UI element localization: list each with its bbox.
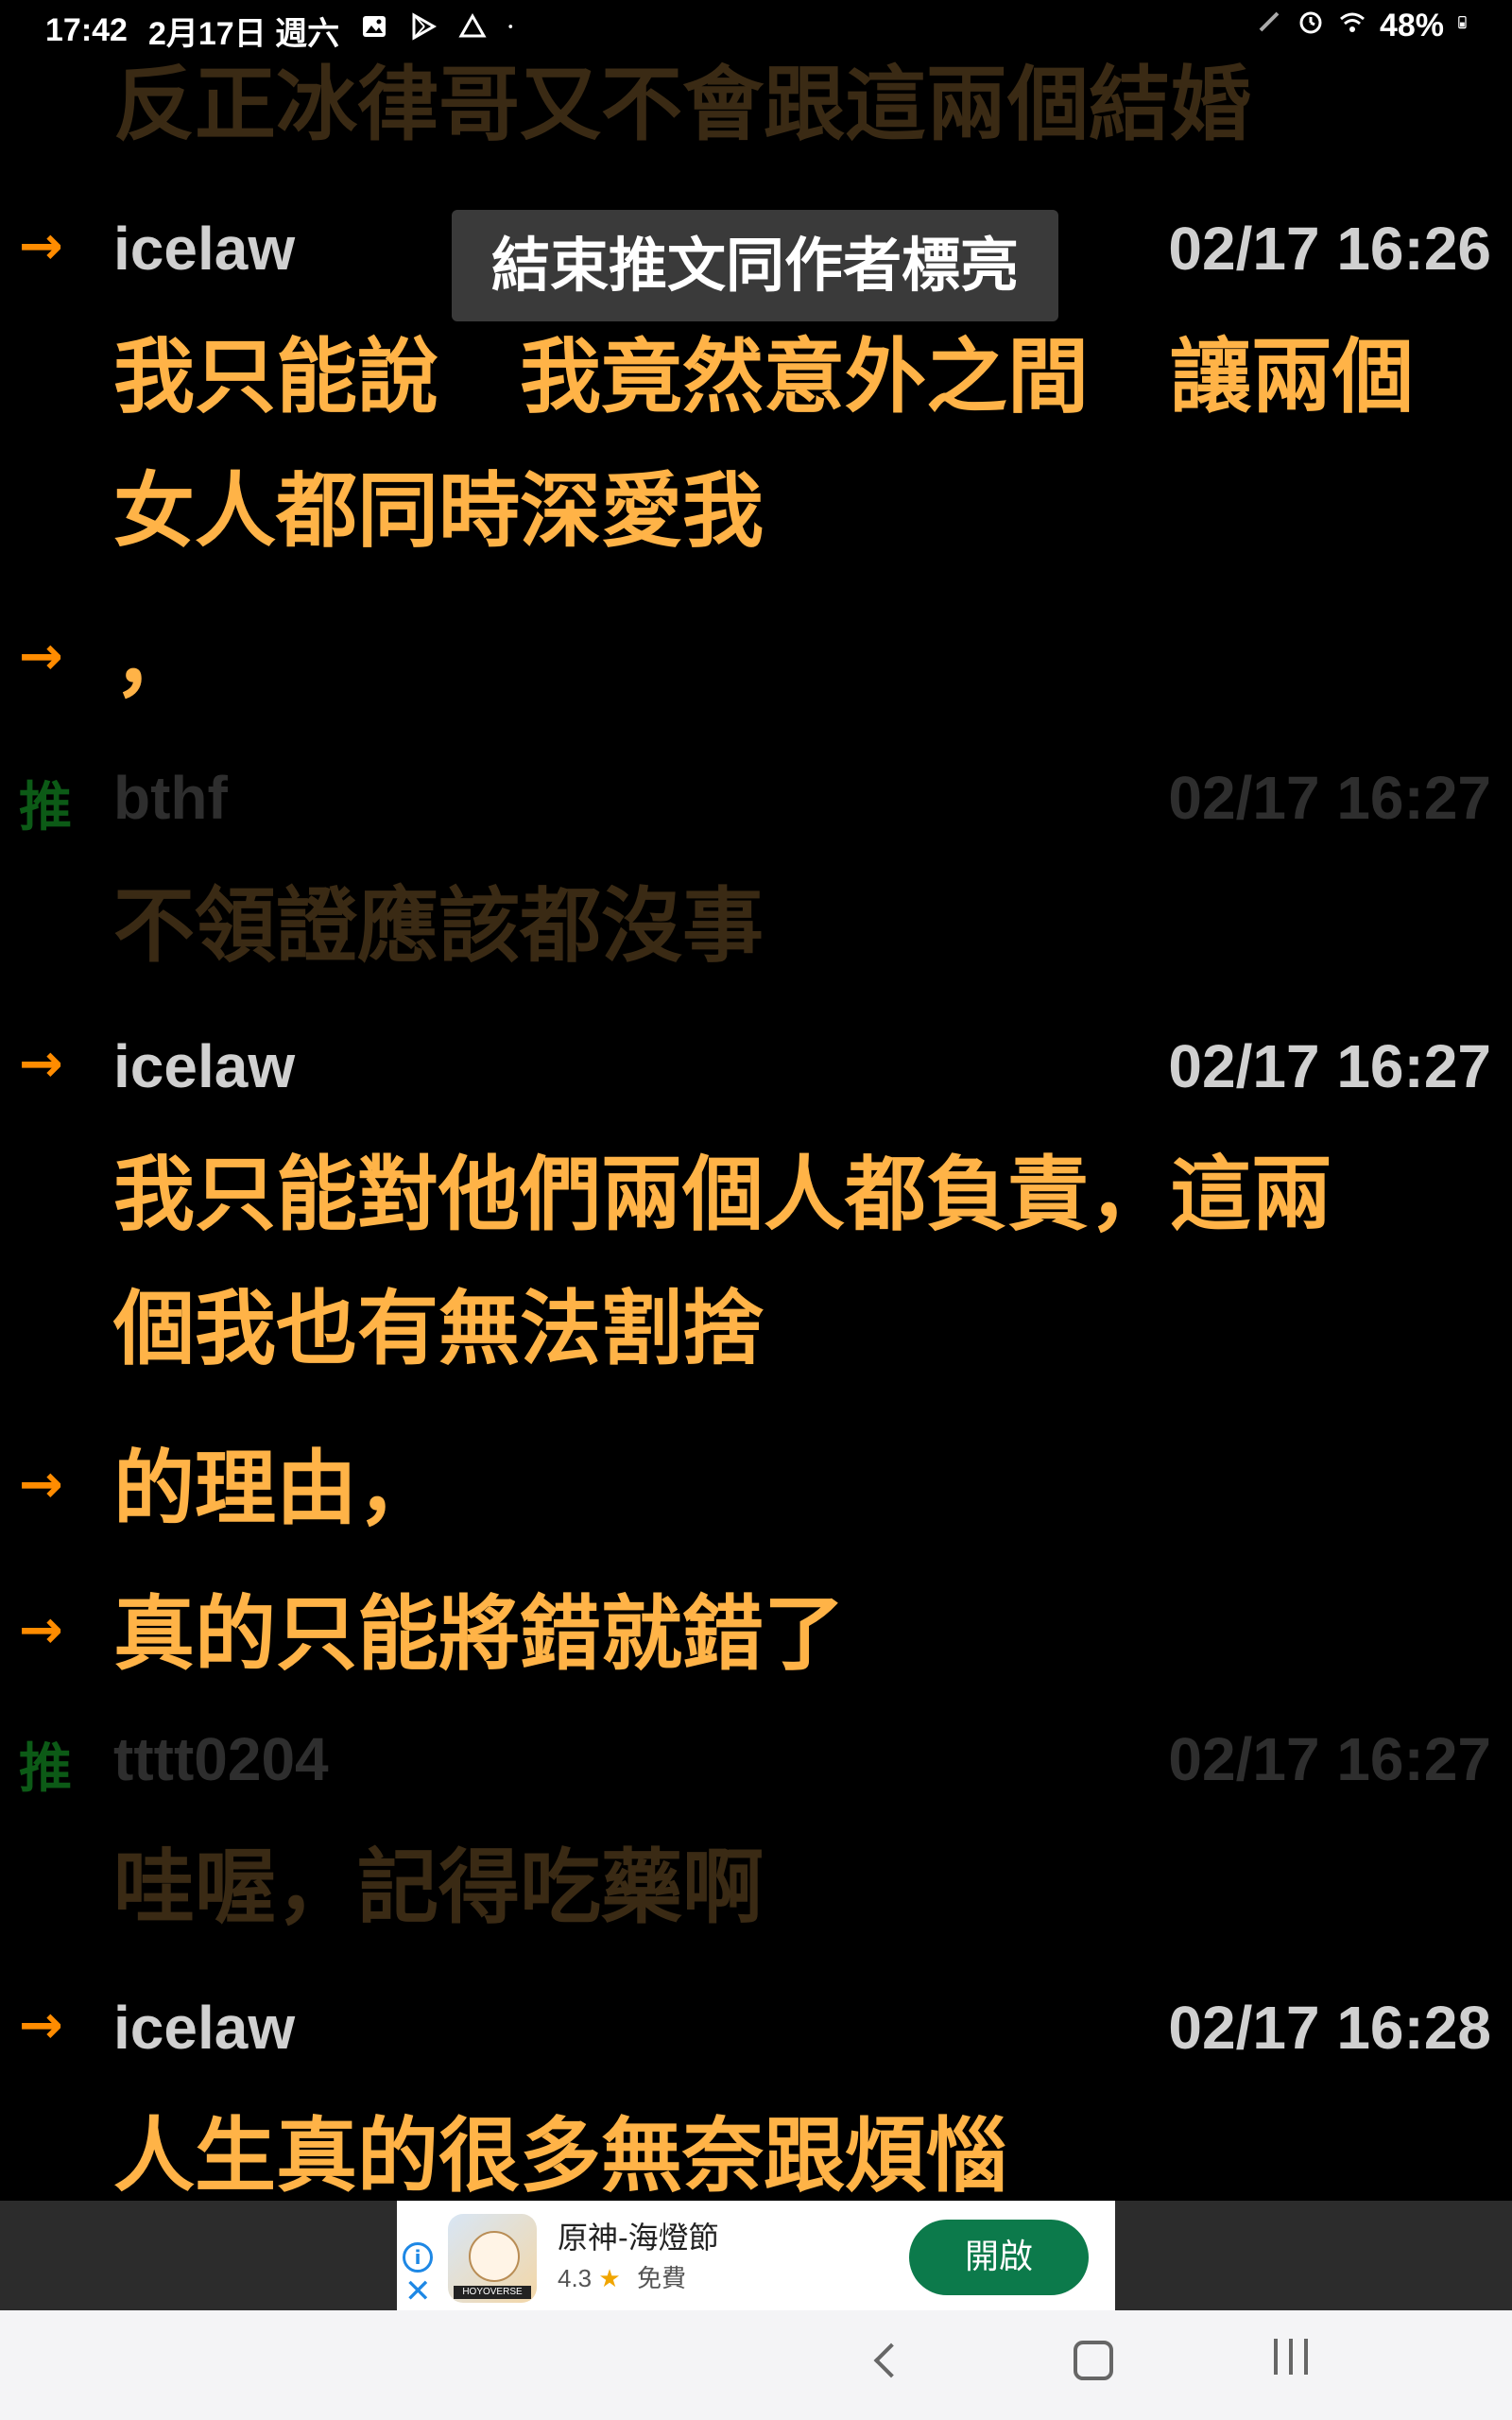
- reply-arrow-tag: →: [19, 1454, 63, 1515]
- push-tag: 推: [19, 1738, 72, 1800]
- status-bar: 17:42 2月17日 週六 48%: [0, 0, 1512, 55]
- comment-text: 真的只能將錯就錯了: [113, 1587, 845, 1682]
- ad-banner[interactable]: i ✕ HOYOVERSE 原神-海燈節 4.3 ★ 免費 開啟: [397, 2201, 1115, 2310]
- comment-text: 的理由，: [113, 1442, 438, 1536]
- comment-text: 不領證應該都沒事: [113, 879, 764, 974]
- open-button[interactable]: 開啟: [909, 2220, 1089, 2295]
- comment-author[interactable]: icelaw: [113, 214, 295, 284]
- ad-app-name[interactable]: 原神-海燈節: [558, 2214, 719, 2257]
- star-icon: ★: [598, 2264, 621, 2292]
- comment-text: 我只能說 我竟然意外之間 讓兩個: [113, 330, 1414, 424]
- recents-icon[interactable]: [1274, 2339, 1308, 2375]
- comment-text: ，: [113, 614, 195, 708]
- ad-rating: 4.3: [558, 2264, 593, 2292]
- character-icon: [469, 2231, 520, 2282]
- reply-arrow-tag: →: [19, 626, 63, 687]
- alarm-icon: [1297, 8, 1325, 44]
- push-tag: 推: [19, 777, 72, 838]
- comment-timestamp: 02/17 16:27: [1168, 1725, 1491, 1793]
- battery-level: 48%: [1379, 8, 1444, 43]
- status-time: 17:42: [45, 12, 128, 48]
- wifi-icon: [1338, 8, 1366, 44]
- play-store-icon: [409, 12, 438, 49]
- ad-close-icon[interactable]: ✕: [404, 2273, 432, 2310]
- comment-text: 個我也有無法割捨: [113, 1282, 764, 1376]
- app-brand: HOYOVERSE: [454, 2286, 531, 2299]
- comment-timestamp: 02/17 16:26: [1168, 215, 1491, 283]
- pen-icon: [1255, 8, 1283, 44]
- ad-price: 免費: [636, 2264, 686, 2292]
- comment-text: 哇喔，記得吃藥啊: [113, 1841, 764, 1935]
- comment-author[interactable]: tttt0204: [113, 1724, 329, 1794]
- ad-rating-row: 4.3 ★ 免費: [558, 2259, 686, 2294]
- comment-author[interactable]: icelaw: [113, 1993, 295, 2063]
- comment-author[interactable]: icelaw: [113, 1031, 295, 1101]
- comment-timestamp: 02/17 16:27: [1168, 764, 1491, 832]
- drive-icon: [458, 12, 487, 49]
- comment-list[interactable]: 反正冰律哥又不會跟這兩個結婚 → icelaw 02/17 16:26 我只能說…: [0, 0, 1512, 2201]
- dot-icon: [507, 12, 521, 49]
- back-icon[interactable]: [873, 2342, 909, 2378]
- app-icon[interactable]: HOYOVERSE: [448, 2214, 537, 2303]
- reply-arrow-tag: →: [19, 1033, 63, 1095]
- reply-arrow-tag: →: [19, 216, 63, 277]
- home-icon[interactable]: [1074, 2341, 1113, 2380]
- battery-icon: [1457, 8, 1474, 44]
- comment-text: 人生真的很多無奈跟煩惱: [113, 2109, 1007, 2201]
- gallery-icon: [360, 12, 388, 49]
- comment-text: 我只能對他們兩個人都負責，這兩: [113, 1148, 1332, 1242]
- reply-arrow-tag: →: [19, 1995, 63, 2056]
- status-date: 2月17日 週六: [147, 16, 340, 52]
- reply-arrow-tag: →: [19, 1599, 63, 1661]
- comment-text: 女人都同時深愛我: [113, 464, 764, 559]
- navigation-bar: [0, 2310, 1512, 2420]
- comment-author[interactable]: bthf: [113, 763, 228, 833]
- comment-text: 反正冰律哥又不會跟這兩個結婚: [113, 58, 1251, 152]
- ad-info-icon[interactable]: i: [403, 2242, 433, 2273]
- toast-tooltip: 結束推文同作者標亮: [452, 210, 1058, 321]
- comment-timestamp: 02/17 16:27: [1168, 1032, 1491, 1100]
- comment-timestamp: 02/17 16:28: [1168, 1994, 1491, 2062]
